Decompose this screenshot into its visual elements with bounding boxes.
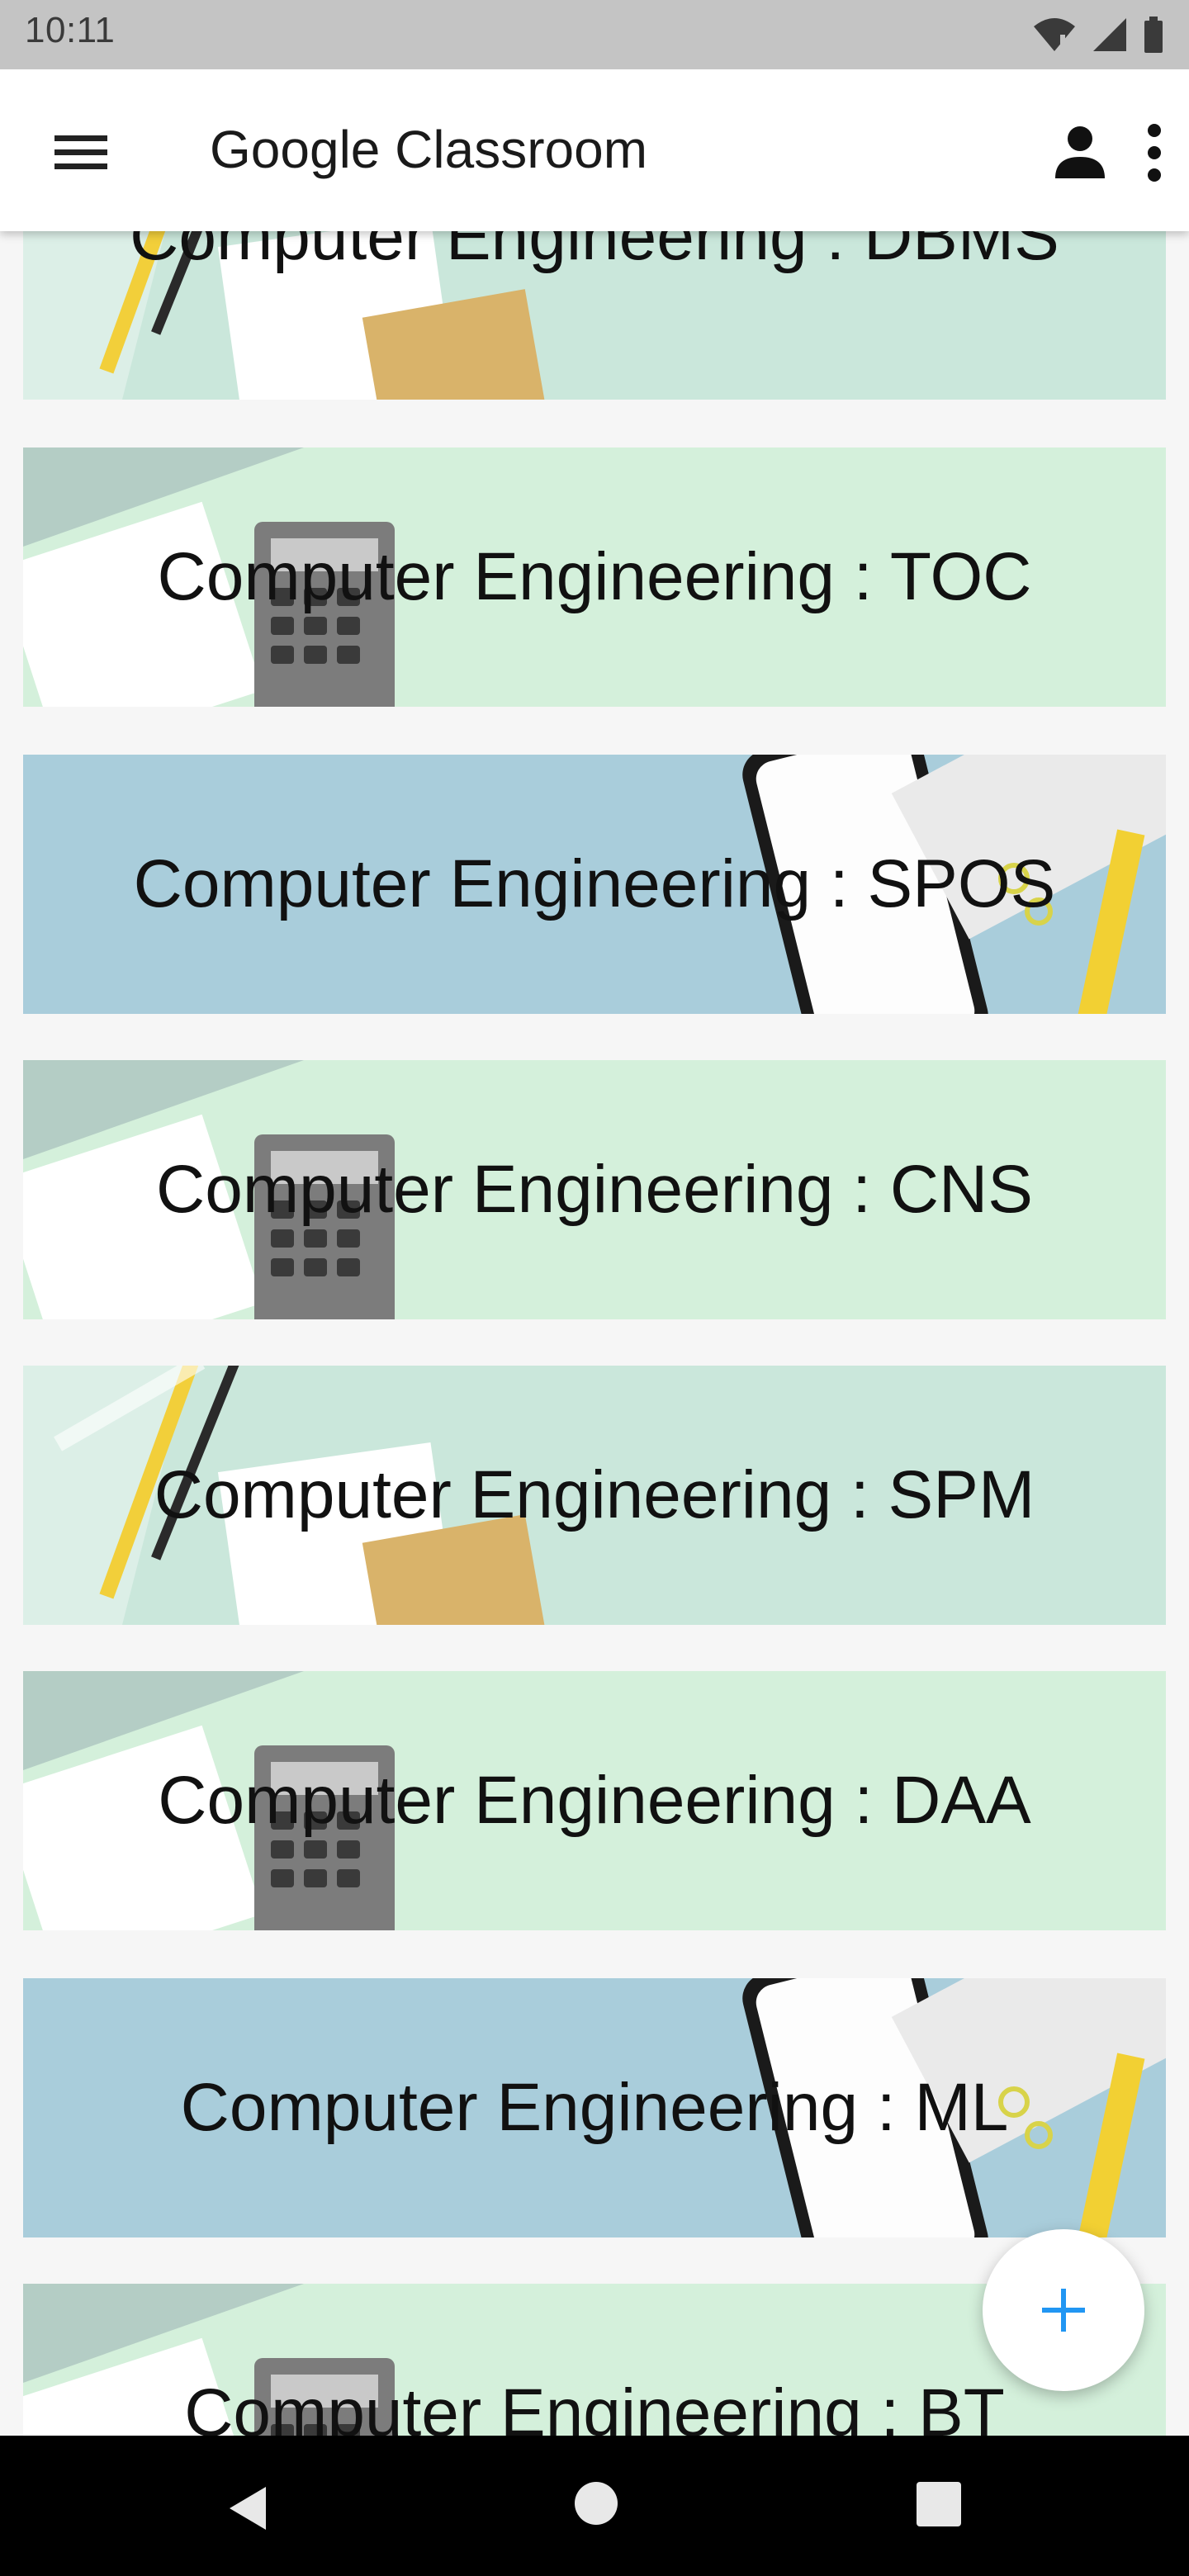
recent-apps-icon[interactable] (917, 2482, 961, 2526)
plus-icon (1042, 2289, 1085, 2332)
class-card-spm[interactable]: Computer Engineering : SPM (23, 1366, 1166, 1625)
class-title: Computer Engineering : SPM (154, 1457, 1035, 1532)
class-title: Computer Engineering : ML (180, 2070, 1009, 2145)
battery-icon (1144, 17, 1163, 53)
class-title: Computer Engineering : CNS (156, 1152, 1033, 1227)
class-title: Computer Engineering : SPOS (133, 846, 1056, 921)
class-card-spos[interactable]: Computer Engineering : SPOS (23, 755, 1166, 1014)
account-button[interactable] (1047, 119, 1113, 185)
more-vert-icon (1148, 124, 1161, 182)
more-options-button[interactable] (1131, 116, 1177, 190)
status-icons (1032, 15, 1164, 54)
cell-signal-icon (1093, 18, 1126, 51)
class-title: Computer Engineering : DAA (158, 1763, 1031, 1838)
account-icon (1055, 126, 1105, 178)
class-card-ml[interactable]: Computer Engineering : ML (23, 1978, 1166, 2237)
class-title: Computer Engineering : TOC (157, 539, 1032, 614)
hamburger-menu-icon (54, 135, 107, 169)
class-list[interactable]: Computer Engineering : DBMS Computer Eng… (0, 0, 1189, 2436)
system-nav-bar (0, 2436, 1189, 2576)
status-bar: 10:11 (0, 0, 1189, 69)
home-icon[interactable] (575, 2482, 618, 2525)
app-title: Google Classroom (210, 120, 647, 179)
menu-button[interactable] (40, 109, 122, 192)
wifi-icon (1034, 18, 1075, 51)
class-title: Computer Engineering : BT (184, 2375, 1005, 2436)
back-icon[interactable] (223, 2484, 272, 2533)
app-bar: Google Classroom (0, 69, 1189, 231)
add-class-button[interactable] (983, 2229, 1144, 2391)
class-card-toc[interactable]: Computer Engineering : TOC (23, 447, 1166, 707)
status-time: 10:11 (25, 10, 116, 50)
class-card-daa[interactable]: Computer Engineering : DAA (23, 1671, 1166, 1930)
class-card-cns[interactable]: Computer Engineering : CNS (23, 1060, 1166, 1319)
